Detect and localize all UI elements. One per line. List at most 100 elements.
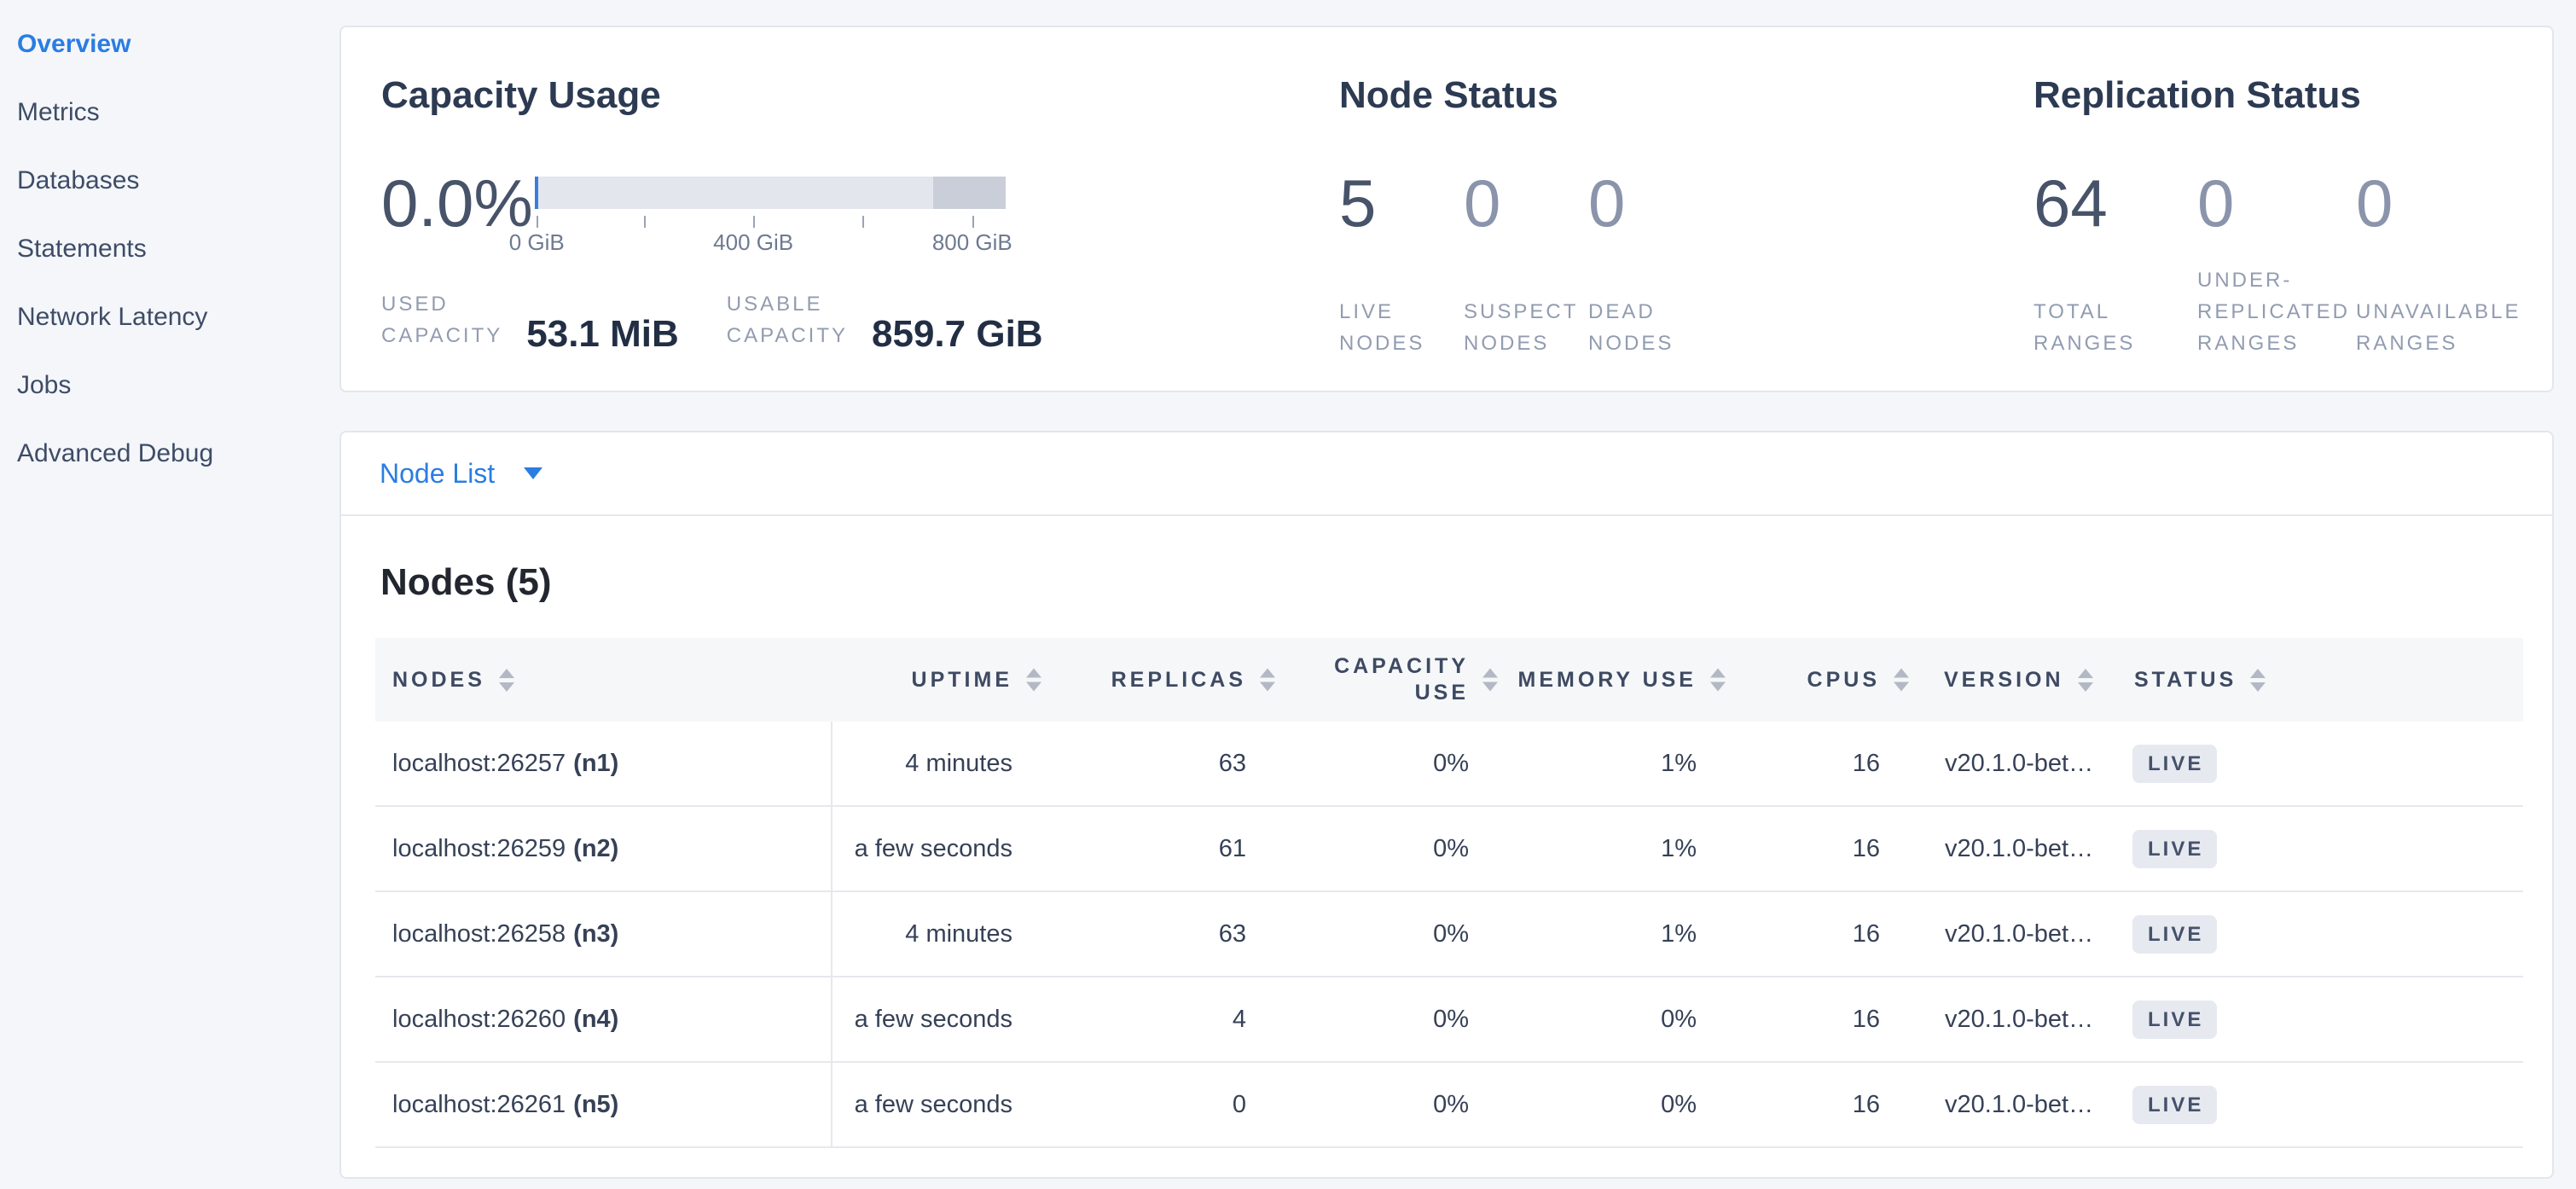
replicas-cell: 63 <box>1016 892 1250 976</box>
replicas-cell: 0 <box>1016 1063 1250 1146</box>
dead-nodes-count: 0 <box>1588 166 1713 240</box>
node-address[interactable]: localhost:26259 <box>392 835 566 863</box>
node-status-panel: Node Status 5 LIVE NODES 0 SUSPECT NODES… <box>1339 75 2005 359</box>
sidebar-item-overview[interactable]: Overview <box>0 10 339 78</box>
node-list-card: Node List Nodes (5) NODES UPTIME <box>339 431 2554 1179</box>
sidebar-item-advanced-debug[interactable]: Advanced Debug <box>0 420 339 488</box>
sidebar-item-jobs[interactable]: Jobs <box>0 351 339 420</box>
uptime-cell: a few seconds <box>833 1063 1016 1146</box>
node-address[interactable]: localhost:26258 <box>392 920 566 948</box>
gauge-tick <box>862 216 864 228</box>
dead-nodes-stat: 0 DEAD NODES <box>1588 166 1713 359</box>
node-id: (n4) <box>573 1006 618 1034</box>
total-ranges-count: 64 <box>2034 166 2197 240</box>
usable-capacity-stat: USABLE CAPACITY 859.7 GiB <box>727 288 1043 351</box>
column-header-nodes[interactable]: NODES <box>375 638 833 722</box>
used-capacity-value: 53.1 MiB <box>526 313 679 356</box>
capacity-gauge-bar <box>535 177 1006 209</box>
sort-icon <box>499 669 514 692</box>
table-row[interactable]: localhost:26260 (n4) a few seconds 4 0% … <box>375 977 2523 1063</box>
cluster-summary-card: Capacity Usage 0.0% <box>339 26 2554 392</box>
node-address[interactable]: localhost:26257 <box>392 750 566 778</box>
version-cell: v20.1.0-bet… <box>1883 722 2131 805</box>
column-header-replicas[interactable]: REPLICAS <box>1016 638 1250 722</box>
column-header-uptime[interactable]: UPTIME <box>833 638 1016 722</box>
capacity-gauge-used-segment <box>535 177 538 209</box>
status-badge: LIVE <box>2132 1086 2217 1124</box>
uptime-cell: 4 minutes <box>833 892 1016 976</box>
axis-label-0gib: 0 GiB <box>509 229 565 256</box>
table-row[interactable]: localhost:26261 (n5) a few seconds 0 0% … <box>375 1063 2523 1148</box>
memory-use-cell: 1% <box>1472 807 1700 890</box>
replicas-cell: 4 <box>1016 977 1250 1061</box>
sidebar-item-network-latency[interactable]: Network Latency <box>0 283 339 351</box>
unavailable-ranges-label: UNAVAILABLE RANGES <box>2356 296 2521 359</box>
sidebar: Overview Metrics Databases Statements Ne… <box>0 0 339 1189</box>
node-address[interactable]: localhost:26260 <box>392 1006 566 1034</box>
sort-icon <box>2078 669 2093 692</box>
live-nodes-count: 5 <box>1339 166 1464 240</box>
version-cell: v20.1.0-bet… <box>1883 1063 2131 1146</box>
column-header-version[interactable]: VERSION <box>1883 638 2131 722</box>
memory-use-cell: 0% <box>1472 1063 1700 1146</box>
cluster-overview-page: Overview Metrics Databases Statements Ne… <box>0 0 2576 1189</box>
suspect-nodes-stat: 0 SUSPECT NODES <box>1464 166 1588 359</box>
replicas-cell: 61 <box>1016 807 1250 890</box>
column-header-memory-use[interactable]: MEMORY USE <box>1472 638 1700 722</box>
version-cell: v20.1.0-bet… <box>1883 807 2131 890</box>
uptime-cell: a few seconds <box>833 977 1016 1061</box>
column-header-capacity-use[interactable]: CAPACITY USE <box>1250 638 1472 722</box>
status-cell: LIVE <box>2131 1063 2523 1146</box>
capacity-use-cell: 0% <box>1250 977 1472 1061</box>
total-ranges-label: TOTAL RANGES <box>2034 296 2197 359</box>
used-capacity-label: USED CAPACITY <box>381 288 502 351</box>
gauge-tick <box>644 216 646 228</box>
capacity-usage-panel: Capacity Usage 0.0% <box>381 75 1328 351</box>
sidebar-item-databases[interactable]: Databases <box>0 147 339 215</box>
node-id: (n2) <box>573 835 618 863</box>
replication-status-title: Replication Status <box>2034 75 2545 116</box>
node-id: (n3) <box>573 920 618 948</box>
status-badge: LIVE <box>2132 915 2217 954</box>
uptime-cell: 4 minutes <box>833 722 1016 805</box>
live-nodes-label: LIVE NODES <box>1339 296 1464 359</box>
under-replicated-ranges-stat: 0 UNDER- REPLICATED RANGES <box>2197 166 2356 359</box>
view-selector-bar: Node List <box>341 432 2552 516</box>
suspect-nodes-label: SUSPECT NODES <box>1464 296 1588 359</box>
under-replicated-ranges-label: UNDER- REPLICATED RANGES <box>2197 264 2356 359</box>
capacity-use-cell: 0% <box>1250 807 1472 890</box>
cpus-cell: 16 <box>1700 892 1883 976</box>
status-cell: LIVE <box>2131 977 2523 1061</box>
node-id: (n5) <box>573 1091 618 1119</box>
node-name-cell: localhost:26257 (n1) <box>375 722 833 805</box>
nodes-table-header: NODES UPTIME REPLICAS CAPACITY USE <box>375 638 2523 722</box>
nodes-section: Nodes (5) NODES UPTIME REPLICAS <box>341 561 2552 1177</box>
table-row[interactable]: localhost:26259 (n2) a few seconds 61 0%… <box>375 807 2523 892</box>
memory-use-cell: 1% <box>1472 722 1700 805</box>
column-header-cpus[interactable]: CPUS <box>1700 638 1883 722</box>
node-name-cell: localhost:26261 (n5) <box>375 1063 833 1146</box>
unavailable-ranges-stat: 0 UNAVAILABLE RANGES <box>2356 166 2521 359</box>
column-header-status[interactable]: STATUS <box>2131 638 2523 722</box>
node-address[interactable]: localhost:26261 <box>392 1091 566 1119</box>
sidebar-item-statements[interactable]: Statements <box>0 215 339 283</box>
cpus-cell: 16 <box>1700 1063 1883 1146</box>
cpus-cell: 16 <box>1700 977 1883 1061</box>
table-row[interactable]: localhost:26258 (n3) 4 minutes 63 0% 1% … <box>375 892 2523 977</box>
chevron-down-icon[interactable] <box>524 467 542 479</box>
live-nodes-stat: 5 LIVE NODES <box>1339 166 1464 359</box>
sidebar-item-metrics[interactable]: Metrics <box>0 78 339 147</box>
under-replicated-ranges-count: 0 <box>2197 166 2356 240</box>
capacity-gauge-other-segment <box>933 177 1006 209</box>
capacity-use-cell: 0% <box>1250 1063 1472 1146</box>
axis-label-800gib: 800 GiB <box>932 229 1012 256</box>
nodes-section-title: Nodes (5) <box>380 561 2520 604</box>
cpus-cell: 16 <box>1700 722 1883 805</box>
node-name-cell: localhost:26258 (n3) <box>375 892 833 976</box>
node-list-dropdown[interactable]: Node List <box>380 458 495 490</box>
version-cell: v20.1.0-bet… <box>1883 892 2131 976</box>
used-capacity-stat: USED CAPACITY 53.1 MiB <box>381 288 679 351</box>
capacity-gauge: 0 GiB 400 GiB 800 GiB <box>535 166 1006 255</box>
table-row[interactable]: localhost:26257 (n1) 4 minutes 63 0% 1% … <box>375 722 2523 807</box>
node-name-cell: localhost:26259 (n2) <box>375 807 833 890</box>
